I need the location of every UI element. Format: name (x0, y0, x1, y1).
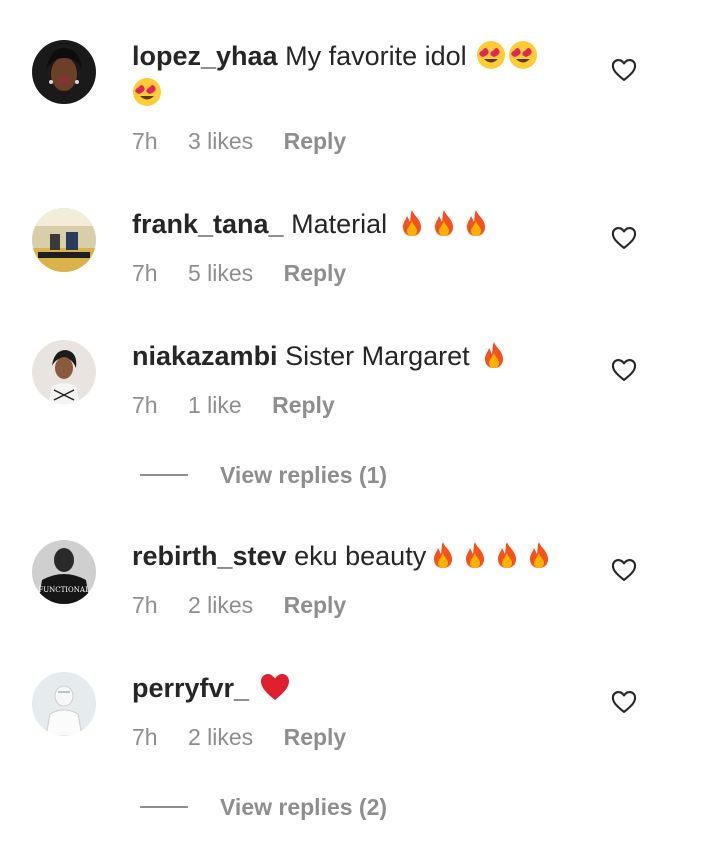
comment-likes[interactable]: 5 likes (188, 260, 253, 287)
avatar[interactable] (32, 40, 96, 104)
comment-username[interactable]: niakazambi (132, 341, 278, 371)
avatar[interactable] (32, 340, 96, 404)
comment-username[interactable]: frank_tana_ (132, 209, 284, 239)
comment-text: My favorite idol (285, 41, 467, 71)
reply-button[interactable]: Reply (284, 128, 347, 155)
fire-emoji (492, 540, 522, 570)
comment-time: 7h (132, 260, 158, 286)
like-heart-icon[interactable] (610, 356, 638, 384)
heart-eyes-emoji (132, 77, 162, 107)
comment-username[interactable]: rebirth_stev (132, 541, 287, 571)
comment-time: 7h (132, 392, 158, 418)
heart-eyes-emoji (508, 40, 538, 70)
comment-likes[interactable]: 1 like (188, 392, 242, 419)
comment-time: 7h (132, 724, 158, 750)
avatar-shirt-text: FUNCTIONAL (38, 586, 90, 594)
like-heart-icon[interactable] (610, 556, 638, 584)
reply-button[interactable]: Reply (284, 592, 347, 619)
like-heart-icon[interactable] (610, 56, 638, 84)
heart-eyes-emoji (476, 40, 506, 70)
reply-button[interactable]: Reply (284, 260, 347, 287)
fire-emoji (397, 208, 427, 238)
avatar[interactable] (32, 208, 96, 272)
comment-meta: 7h 3 likes Reply (132, 128, 346, 155)
fire-emoji (460, 540, 490, 570)
comment-time: 7h (132, 592, 158, 618)
view-replies-button[interactable]: View replies (2) (140, 794, 387, 821)
comment-meta: 7h 5 likes Reply (132, 260, 346, 287)
fire-emoji (461, 208, 491, 238)
view-replies-button[interactable]: View replies (1) (140, 462, 387, 489)
comment-likes[interactable]: 2 likes (188, 592, 253, 619)
red-heart-emoji (259, 672, 291, 702)
fire-emoji (479, 340, 509, 370)
comment-text: eku beauty (294, 541, 427, 571)
view-replies-label: View replies (1) (220, 462, 388, 488)
comment-likes[interactable]: 3 likes (188, 128, 253, 155)
comment-meta: 7h 2 likes Reply (132, 724, 346, 751)
comment-meta: 7h 2 likes Reply (132, 592, 346, 619)
fire-emoji (524, 540, 554, 570)
view-replies-divider (140, 805, 188, 808)
reply-button[interactable]: Reply (284, 724, 347, 751)
comment-meta: 7h 1 like Reply (132, 392, 335, 419)
comment-likes[interactable]: 2 likes (188, 724, 253, 751)
like-heart-icon[interactable] (610, 224, 638, 252)
comment-username[interactable]: perryfvr_ (132, 673, 249, 703)
comment-username[interactable]: lopez_yhaa (132, 41, 278, 71)
avatar[interactable]: FUNCTIONAL (32, 540, 96, 604)
fire-emoji (429, 208, 459, 238)
view-replies-divider (140, 473, 188, 476)
reply-button[interactable]: Reply (272, 392, 335, 419)
fire-emoji (428, 540, 458, 570)
avatar[interactable] (32, 672, 96, 736)
comment-text: Sister Margaret (285, 341, 470, 371)
like-heart-icon[interactable] (610, 688, 638, 716)
comment-text: Material (291, 209, 388, 239)
comment-time: 7h (132, 128, 158, 154)
view-replies-label: View replies (2) (220, 794, 388, 820)
